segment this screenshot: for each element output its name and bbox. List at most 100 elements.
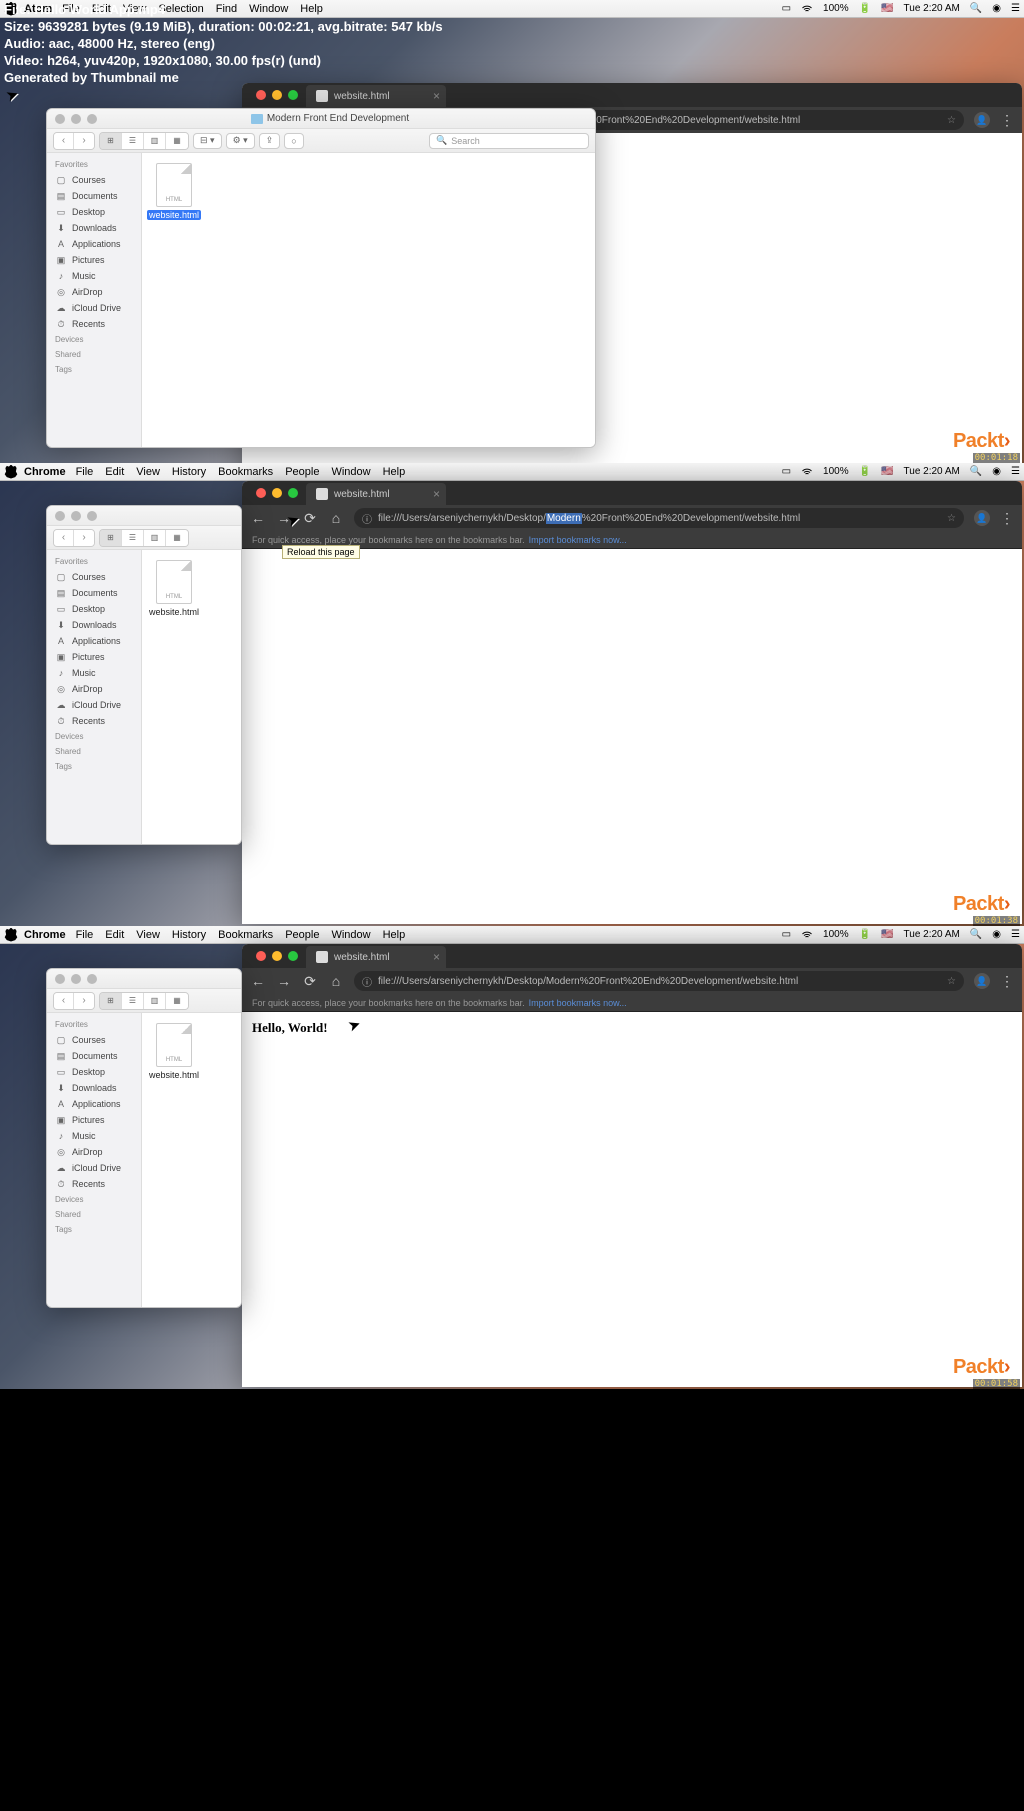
- sidebar-item-recents[interactable]: ⏱Recents: [47, 316, 141, 332]
- menu-edit[interactable]: Edit: [105, 929, 124, 941]
- file-area[interactable]: HTML website.html: [142, 550, 241, 844]
- browser-tab[interactable]: website.html ×: [306, 483, 446, 505]
- file-area[interactable]: HTML website.html: [142, 153, 595, 447]
- menu-file[interactable]: File: [76, 466, 94, 478]
- sidebar-item-downloads[interactable]: ⬇Downloads: [47, 617, 141, 633]
- menu-edit[interactable]: Edit: [105, 466, 124, 478]
- clock[interactable]: Tue 2:20 AM: [904, 466, 960, 477]
- sidebar-item-documents[interactable]: ▤Documents: [47, 188, 141, 204]
- home-button[interactable]: ⌂: [328, 510, 344, 526]
- window-controls[interactable]: [248, 481, 306, 505]
- profile-avatar[interactable]: 👤: [974, 112, 990, 128]
- chrome-menu-icon[interactable]: ⋮: [1000, 510, 1014, 527]
- spotlight-icon[interactable]: 🔍: [970, 929, 982, 940]
- sidebar-item-applications[interactable]: AApplications: [47, 236, 141, 252]
- bookmark-star-icon[interactable]: ☆: [947, 513, 956, 524]
- nav-buttons[interactable]: ‹›: [53, 529, 95, 547]
- menu-people[interactable]: People: [285, 929, 319, 941]
- flag-icon[interactable]: 🇺🇸: [881, 929, 893, 940]
- sidebar-item-applications[interactable]: AApplications: [47, 633, 141, 649]
- flag-icon[interactable]: 🇺🇸: [881, 3, 893, 14]
- sidebar-item-documents[interactable]: ▤Documents: [47, 585, 141, 601]
- wifi-icon[interactable]: [801, 929, 813, 941]
- sidebar-item-icloud[interactable]: ☁iCloud Drive: [47, 1160, 141, 1176]
- arrange-button[interactable]: ⊟ ▾: [193, 133, 222, 149]
- clock[interactable]: Tue 2:20 AM: [904, 929, 960, 940]
- spotlight-icon[interactable]: 🔍: [970, 466, 982, 477]
- siri-icon[interactable]: ◉: [992, 929, 1001, 940]
- sidebar-item-downloads[interactable]: ⬇Downloads: [47, 1080, 141, 1096]
- sidebar-item-music[interactable]: ♪Music: [47, 1128, 141, 1144]
- nav-buttons[interactable]: ‹›: [53, 132, 95, 150]
- finder-window[interactable]: ‹› ⊞☰▥▦ Favorites ▢Courses ▤Documents ▭D…: [46, 968, 242, 1308]
- view-switcher[interactable]: ⊞☰▥▦: [99, 529, 189, 547]
- sidebar-item-music[interactable]: ♪Music: [47, 665, 141, 681]
- sidebar-item-airdrop[interactable]: ◎AirDrop: [47, 681, 141, 697]
- screencast-icon[interactable]: ▭: [782, 929, 791, 940]
- action-button[interactable]: ⚙ ▾: [226, 133, 255, 149]
- apple-icon[interactable]: [4, 465, 18, 479]
- view-switcher[interactable]: ⊞☰▥▦: [99, 132, 189, 150]
- sidebar-item-icloud[interactable]: ☁iCloud Drive: [47, 300, 141, 316]
- file-website-html[interactable]: HTML website.html: [152, 560, 196, 617]
- sidebar-item-recents[interactable]: ⏱Recents: [47, 1176, 141, 1192]
- back-button[interactable]: ←: [250, 973, 266, 989]
- chrome-menu-icon[interactable]: ⋮: [1000, 973, 1014, 990]
- file-area[interactable]: HTML website.html: [142, 1013, 241, 1307]
- address-bar[interactable]: ⓘ file:///Users/arseniychernykh/Desktop/…: [354, 971, 964, 991]
- import-bookmarks-link[interactable]: Import bookmarks now...: [529, 535, 627, 545]
- bookmark-star-icon[interactable]: ☆: [947, 115, 956, 126]
- sidebar-item-pictures[interactable]: ▣Pictures: [47, 252, 141, 268]
- close-tab-icon[interactable]: ×: [433, 487, 440, 501]
- clock[interactable]: Tue 2:20 AM: [904, 3, 960, 14]
- wifi-icon[interactable]: [801, 466, 813, 478]
- sidebar-item-icloud[interactable]: ☁iCloud Drive: [47, 697, 141, 713]
- menu-help[interactable]: Help: [383, 466, 406, 478]
- window-controls[interactable]: [47, 506, 105, 525]
- menubar-chrome[interactable]: Chrome File Edit View History Bookmarks …: [0, 926, 1024, 944]
- finder-window[interactable]: Modern Front End Development ‹› ⊞☰▥▦ ⊟ ▾…: [46, 108, 596, 448]
- share-button[interactable]: ⇪: [259, 133, 281, 149]
- sidebar-item-pictures[interactable]: ▣Pictures: [47, 649, 141, 665]
- import-bookmarks-link[interactable]: Import bookmarks now...: [529, 998, 627, 1008]
- spotlight-icon[interactable]: 🔍: [970, 3, 982, 14]
- bookmarks-bar[interactable]: For quick access, place your bookmarks h…: [242, 994, 1022, 1012]
- sidebar-item-applications[interactable]: AApplications: [47, 1096, 141, 1112]
- sidebar-item-desktop[interactable]: ▭Desktop: [47, 204, 141, 220]
- menu-window[interactable]: Window: [331, 929, 370, 941]
- reload-button[interactable]: ⟳: [302, 510, 318, 527]
- sidebar-item-documents[interactable]: ▤Documents: [47, 1048, 141, 1064]
- sidebar-item-desktop[interactable]: ▭Desktop: [47, 601, 141, 617]
- profile-avatar[interactable]: 👤: [974, 973, 990, 989]
- app-name[interactable]: Chrome: [24, 929, 66, 941]
- screencast-icon[interactable]: ▭: [782, 466, 791, 477]
- back-button[interactable]: ←: [250, 510, 266, 526]
- notification-icon[interactable]: ☰: [1011, 3, 1020, 14]
- siri-icon[interactable]: ◉: [992, 3, 1001, 14]
- sidebar-item-courses[interactable]: ▢Courses: [47, 1032, 141, 1048]
- wifi-icon[interactable]: [801, 3, 813, 15]
- bookmark-star-icon[interactable]: ☆: [947, 976, 956, 987]
- sidebar-item-courses[interactable]: ▢Courses: [47, 172, 141, 188]
- screencast-icon[interactable]: ▭: [782, 3, 791, 14]
- menu-bookmarks[interactable]: Bookmarks: [218, 466, 273, 478]
- close-tab-icon[interactable]: ×: [433, 89, 440, 103]
- sidebar-item-downloads[interactable]: ⬇Downloads: [47, 220, 141, 236]
- menu-people[interactable]: People: [285, 466, 319, 478]
- menubar-chrome[interactable]: Chrome File Edit View History Bookmarks …: [0, 463, 1024, 481]
- menu-view[interactable]: View: [136, 929, 160, 941]
- flag-icon[interactable]: 🇺🇸: [881, 466, 893, 477]
- sidebar-item-airdrop[interactable]: ◎AirDrop: [47, 1144, 141, 1160]
- forward-button[interactable]: →: [276, 973, 292, 989]
- app-name[interactable]: Chrome: [24, 466, 66, 478]
- chrome-window[interactable]: website.html × ← → ⟳ ⌂ ⓘ file:///Users/a…: [242, 944, 1022, 1387]
- sidebar-item-pictures[interactable]: ▣Pictures: [47, 1112, 141, 1128]
- chrome-menu-icon[interactable]: ⋮: [1000, 112, 1014, 129]
- search-input[interactable]: 🔍Search: [429, 133, 589, 149]
- notification-icon[interactable]: ☰: [1011, 929, 1020, 940]
- reload-button[interactable]: ⟳: [302, 973, 318, 990]
- notification-icon[interactable]: ☰: [1011, 466, 1020, 477]
- file-website-html[interactable]: HTML website.html: [152, 1023, 196, 1080]
- close-tab-icon[interactable]: ×: [433, 950, 440, 964]
- sidebar-item-music[interactable]: ♪Music: [47, 268, 141, 284]
